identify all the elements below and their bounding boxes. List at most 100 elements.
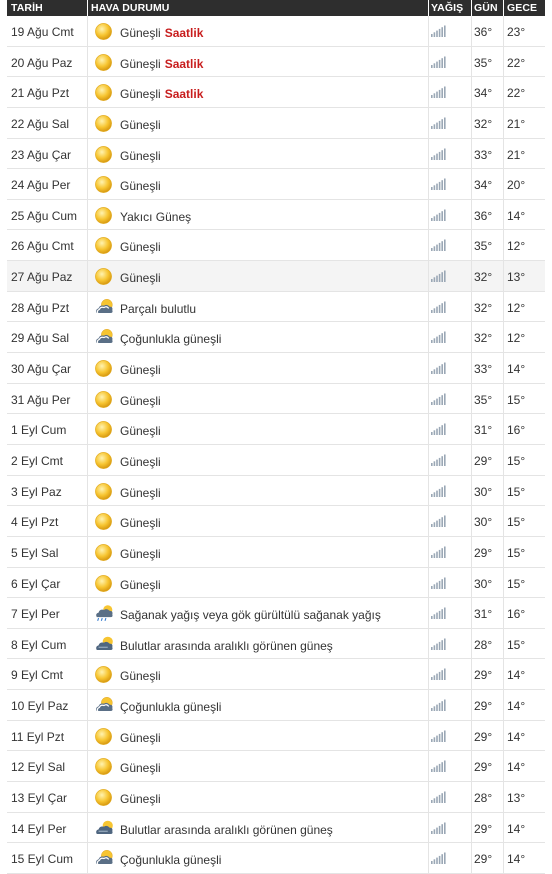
thunder-shower-icon <box>94 604 113 623</box>
row-night-temp: 13° <box>507 270 526 285</box>
condition-text: Güneşli <box>120 669 161 684</box>
row-night-temp: 15° <box>507 637 526 652</box>
sun-icon <box>94 236 113 255</box>
row-day-temp: 32° <box>474 270 493 285</box>
row-night-temp: 15° <box>507 453 526 468</box>
condition-text: Çoğunlukla güneşli <box>120 853 222 868</box>
condition-text: Güneşli <box>120 117 161 132</box>
partly-cloudy-icon <box>94 849 113 868</box>
row-day-temp: 29° <box>474 699 493 714</box>
row-night-temp: 14° <box>507 821 526 836</box>
sun-icon <box>94 574 113 593</box>
row-date: 28 Ağu Pzt <box>11 300 70 315</box>
row-day-temp: 35° <box>474 392 493 407</box>
condition-text: Yakıcı Güneş <box>120 209 192 224</box>
signal-bars-icon <box>431 362 447 375</box>
sun-icon <box>94 145 113 164</box>
row-date: 3 Eyl Paz <box>11 484 62 499</box>
row-condition: Güneşli <box>120 578 161 592</box>
row-condition: Güneşli <box>120 731 161 745</box>
condition-text: Güneşli <box>120 730 161 745</box>
signal-bars-icon <box>431 86 447 99</box>
sun-icon <box>94 359 113 378</box>
row-condition: Güneşli <box>120 516 161 530</box>
row-condition: Güneşli <box>120 271 161 285</box>
condition-text: Bulutlar arasında aralıklı görünen güneş <box>120 638 333 653</box>
signal-bars-icon <box>431 730 447 742</box>
row-date: 2 Eyl Cmt <box>11 453 64 468</box>
row-night-temp: 15° <box>507 515 526 530</box>
row-night-temp: 16° <box>507 607 526 622</box>
row-day-temp: 34° <box>474 178 493 193</box>
row-date: 8 Eyl Cum <box>11 637 67 652</box>
row-condition: Güneşli <box>120 240 161 254</box>
row-condition: Çoğunlukla güneşli <box>120 700 221 714</box>
row-night-temp: 15° <box>507 392 526 407</box>
hourly-link[interactable]: Saatlik <box>165 26 204 40</box>
partly-cloudy-icon <box>94 328 113 347</box>
row-date: 1 Eyl Cum <box>11 423 67 438</box>
row-night-temp: 14° <box>507 699 526 714</box>
sun-icon <box>94 482 113 501</box>
row-date: 10 Eyl Paz <box>11 699 69 714</box>
signal-bars-icon <box>431 791 447 804</box>
row-night-temp: 12° <box>507 239 526 254</box>
row-night-temp: 14° <box>507 852 526 867</box>
row-day-temp: 36° <box>474 25 493 39</box>
signal-bars-icon <box>431 577 447 589</box>
row-condition: Çoğunlukla güneşli <box>120 853 221 867</box>
row-date: 20 Ağu Paz <box>11 55 73 70</box>
row-night-temp: 22° <box>507 55 526 70</box>
row-night-temp: 14° <box>507 208 526 223</box>
row-date: 14 Eyl Per <box>11 821 67 836</box>
row-day-temp: 29° <box>474 760 493 775</box>
row-condition: Güneşli <box>120 424 161 438</box>
condition-text: Güneşli <box>120 761 161 776</box>
hourly-link[interactable]: Saatlik <box>165 87 204 101</box>
row-condition: Güneşli <box>120 455 161 469</box>
row-date: 12 Eyl Sal <box>11 760 66 775</box>
signal-bars-icon <box>431 25 447 37</box>
sun-icon <box>94 22 113 41</box>
row-condition: Güneşli <box>120 792 161 806</box>
row-day-temp: 32° <box>474 300 493 315</box>
row-day-temp: 29° <box>474 668 493 683</box>
row-condition: Güneşli <box>120 363 161 377</box>
partly-cloudy-icon <box>94 696 113 715</box>
header-weather: HAVA DURUMU <box>91 2 170 14</box>
sun-icon <box>94 665 113 684</box>
sun-icon <box>94 451 113 470</box>
row-day-temp: 35° <box>474 55 493 70</box>
row-date: 15 Eyl Cum <box>11 852 74 867</box>
signal-bars-icon <box>431 117 447 129</box>
condition-text: Güneşli <box>120 271 161 286</box>
column-divider <box>503 16 504 874</box>
row-condition: Güneşli Saatlik <box>120 87 203 101</box>
row-date: 7 Eyl Per <box>11 607 60 622</box>
row-date: 9 Eyl Cmt <box>11 668 64 683</box>
sun-icon <box>94 53 113 72</box>
row-date: 4 Eyl Pzt <box>11 515 59 530</box>
sun-icon <box>94 757 113 776</box>
row-day-temp: 34° <box>474 86 493 101</box>
row-day-temp: 36° <box>474 208 493 223</box>
row-day-temp: 32° <box>474 331 493 346</box>
condition-text: Çoğunlukla güneşli <box>120 700 222 715</box>
signal-bars-icon <box>431 668 447 681</box>
condition-text: Güneşli <box>120 577 161 592</box>
condition-text: Güneşli <box>120 546 161 561</box>
signal-bars-icon <box>431 148 447 160</box>
hourly-link[interactable]: Saatlik <box>165 57 204 71</box>
row-night-temp: 12° <box>507 300 526 315</box>
signal-bars-icon <box>431 699 447 712</box>
header-separator <box>428 0 429 16</box>
row-condition: Çoğunlukla güneşli <box>120 332 221 346</box>
sun-icon <box>94 727 113 746</box>
signal-bars-icon <box>431 393 447 405</box>
row-date: 30 Ağu Çar <box>11 362 72 377</box>
row-day-temp: 29° <box>474 852 493 867</box>
row-night-temp: 15° <box>507 484 526 499</box>
row-day-temp: 33° <box>474 362 493 377</box>
row-condition: Güneşli <box>120 486 161 500</box>
row-condition: Yakıcı Güneş <box>120 210 191 224</box>
